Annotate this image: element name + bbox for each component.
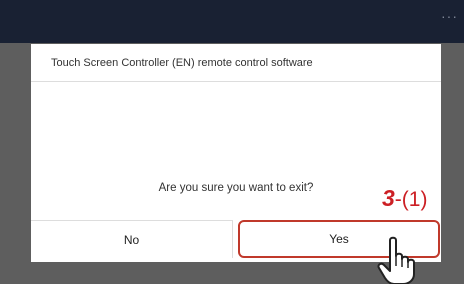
no-button-label: No	[123, 232, 140, 247]
step-number: 3	[382, 185, 395, 211]
no-button[interactable]: No	[31, 220, 233, 258]
yes-button-label: Yes	[329, 232, 349, 246]
dialog-message: Are you sure you want to exit?	[158, 182, 314, 194]
more-dots-icon[interactable]: ···	[441, 9, 458, 23]
hand-pointer-icon	[377, 236, 415, 284]
step-suffix: -(1)	[394, 188, 428, 211]
dialog-title: Touch Screen Controller (EN) remote cont…	[31, 44, 441, 82]
top-bar: ···	[0, 0, 464, 43]
step-annotation: 3-(1)	[382, 186, 427, 212]
